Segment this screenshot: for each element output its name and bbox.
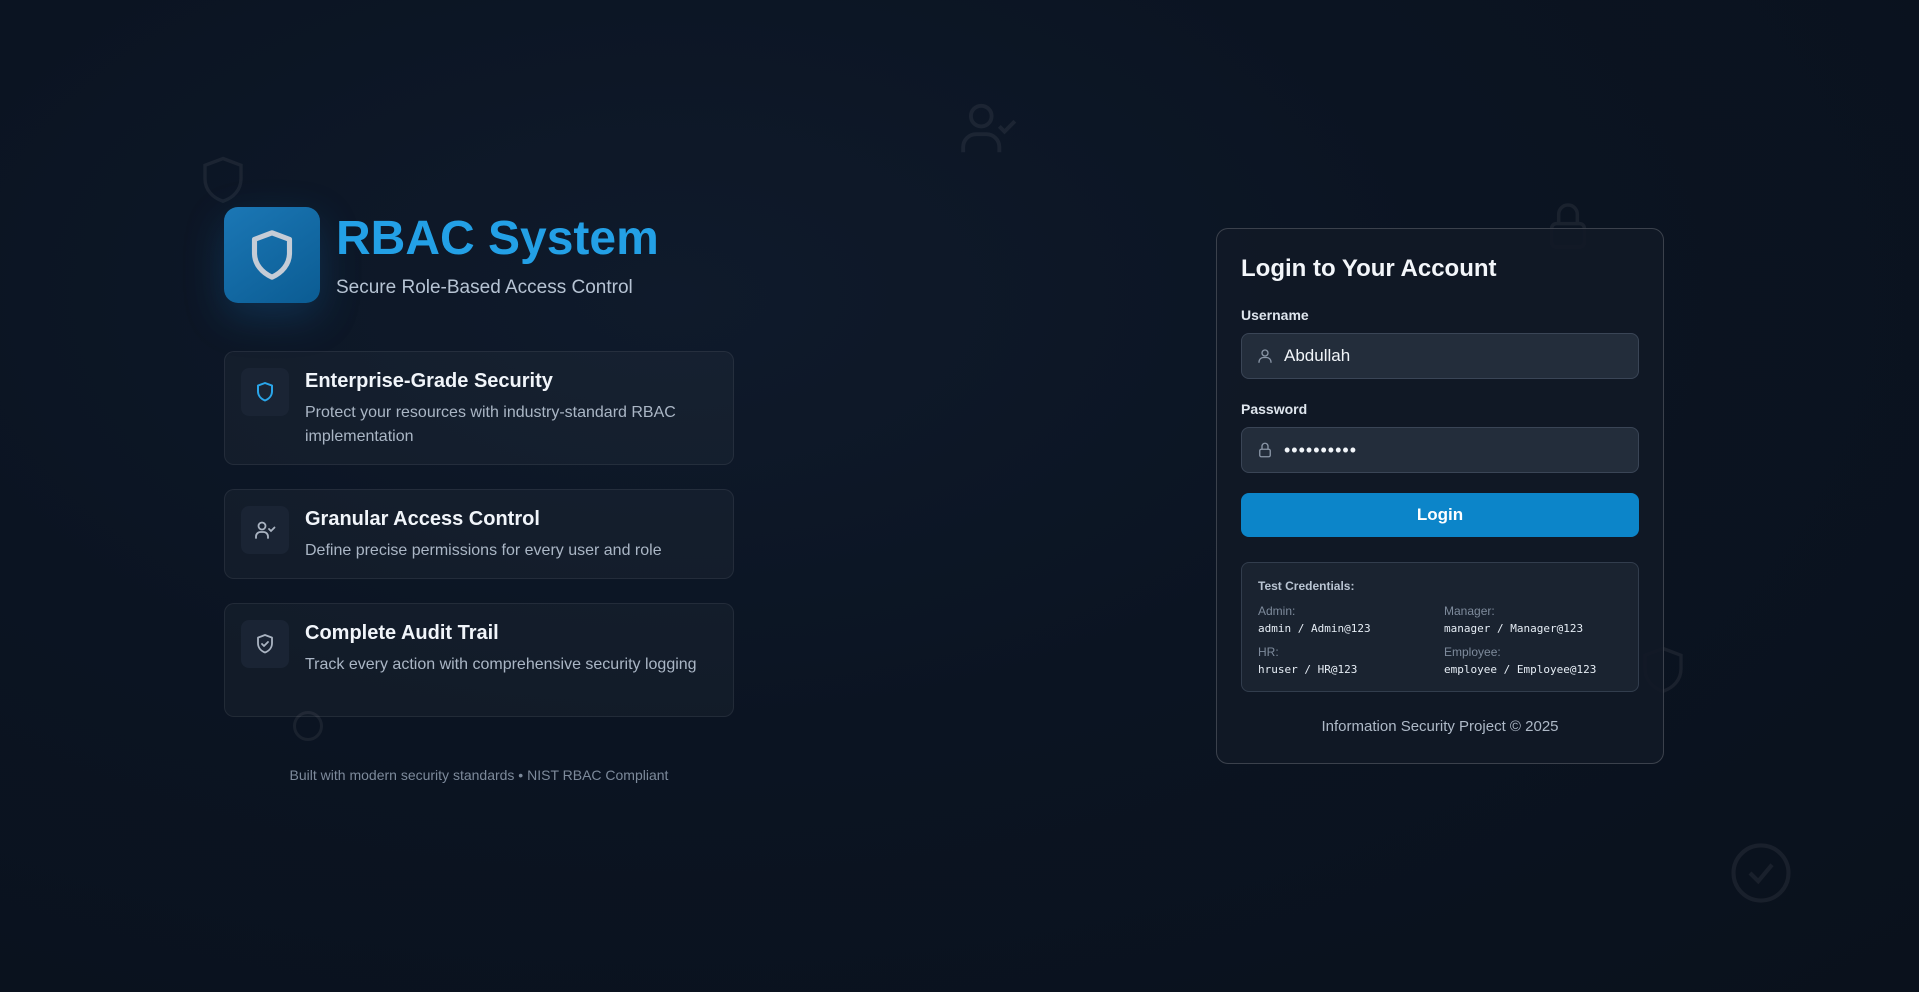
feature-title: Granular Access Control	[305, 508, 540, 530]
password-value: ••••••••••	[1284, 439, 1358, 460]
feature-card-audit-trail: Complete Audit Trail Track every action …	[224, 603, 734, 717]
login-card: Login to Your Account Username Abdullah …	[1216, 228, 1664, 764]
shield-icon	[257, 382, 273, 402]
credential-hr: HR: hruser / HR@123	[1258, 645, 1444, 676]
feature-description: Define precise permissions for every use…	[305, 542, 662, 559]
feature-description: Protect your resources with industry-sta…	[305, 404, 676, 445]
shield-check-icon	[257, 634, 273, 654]
app-subtitle: Secure Role-Based Access Control	[336, 277, 633, 298]
feature-description: Track every action with comprehensive se…	[305, 656, 697, 673]
feature-card-access-control: Granular Access Control Define precise p…	[224, 489, 734, 579]
username-label: Username	[1241, 307, 1309, 323]
shield-icon	[251, 230, 293, 280]
feature-title: Enterprise-Grade Security	[305, 370, 553, 392]
credential-value: admin / Admin@123	[1258, 622, 1371, 635]
user-check-icon	[255, 521, 276, 539]
credentials-title: Test Credentials:	[1258, 579, 1355, 593]
app-title: RBAC System	[336, 212, 659, 265]
password-input[interactable]: ••••••••••	[1241, 427, 1639, 473]
feature-title: Complete Audit Trail	[305, 622, 499, 644]
card-footer: Information Security Project © 2025	[1321, 718, 1559, 735]
login-title: Login to Your Account	[1241, 255, 1497, 282]
credential-manager: Manager: manager / Manager@123	[1444, 604, 1622, 635]
username-value: Abdullah	[1284, 346, 1351, 365]
credential-role: Admin:	[1258, 604, 1296, 618]
credential-role: HR:	[1258, 645, 1279, 659]
credential-employee: Employee: employee / Employee@123	[1444, 645, 1622, 676]
logo	[224, 207, 320, 303]
feature-card-security: Enterprise-Grade Security Protect your r…	[224, 351, 734, 465]
credential-role: Manager:	[1444, 604, 1495, 618]
credential-value: employee / Employee@123	[1444, 663, 1597, 676]
check-circle-icon	[1731, 843, 1791, 903]
credential-admin: Admin: admin / Admin@123	[1258, 604, 1444, 635]
footnote: Built with modern security standards • N…	[289, 767, 669, 783]
test-credentials-panel: Test Credentials: Admin: admin / Admin@1…	[1241, 562, 1639, 692]
user-icon	[1258, 349, 1272, 363]
login-button[interactable]: Login	[1241, 493, 1639, 537]
shield-icon	[203, 156, 243, 204]
credential-value: manager / Manager@123	[1444, 622, 1584, 635]
credential-value: hruser / HR@123	[1258, 663, 1358, 676]
lock-icon	[1259, 442, 1271, 458]
brand-header: RBAC System Secure Role-Based Access Con…	[224, 207, 659, 303]
username-input[interactable]: Abdullah	[1241, 333, 1639, 379]
user-check-icon	[961, 103, 1017, 153]
password-label: Password	[1241, 401, 1308, 417]
credential-role: Employee:	[1444, 645, 1501, 659]
